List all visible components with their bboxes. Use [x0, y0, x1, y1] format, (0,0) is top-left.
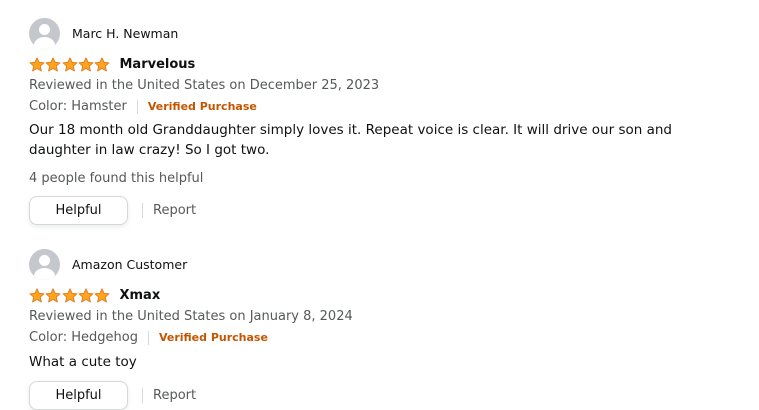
star-icon — [94, 288, 110, 303]
star-icon — [94, 57, 110, 72]
default-avatar-icon — [29, 17, 60, 49]
review-title-row: Xmax — [29, 287, 729, 304]
profile-name[interactable]: Marc H. Newman — [72, 26, 178, 41]
star-icon — [62, 57, 78, 72]
review-title[interactable]: Marvelous — [119, 57, 195, 72]
product-variant[interactable]: Color: Hedgehog — [29, 330, 138, 345]
helpful-button[interactable]: Helpful — [29, 381, 128, 410]
star-icon — [62, 288, 78, 303]
star-rating[interactable] — [29, 288, 110, 303]
review-meta: Color: Hamster Verified Purchase — [29, 98, 729, 115]
review-card: Marc H. Newman Marvelous Reviewed in the… — [29, 17, 729, 225]
divider — [136, 99, 138, 114]
review-actions: Helpful Report — [29, 196, 729, 225]
review-title[interactable]: Xmax — [119, 288, 160, 303]
helpful-count: 4 people found this helpful — [29, 171, 204, 186]
review-body: Our 18 month old Granddaughter simply lo… — [29, 122, 672, 158]
review-body: What a cute toy — [29, 354, 137, 370]
review-meta: Color: Hedgehog Verified Purchase — [29, 329, 729, 346]
helpful-button[interactable]: Helpful — [29, 196, 128, 225]
review-actions: Helpful Report — [29, 381, 729, 410]
review-profile[interactable]: Marc H. Newman — [29, 17, 729, 49]
verified-purchase-badge: Verified Purchase — [158, 331, 268, 344]
star-icon — [45, 288, 61, 303]
review-profile[interactable]: Amazon Customer — [29, 248, 729, 280]
star-rating[interactable] — [29, 57, 110, 72]
divider — [142, 388, 143, 403]
star-icon — [29, 57, 45, 72]
product-variant[interactable]: Color: Hamster — [29, 99, 127, 114]
divider — [147, 330, 149, 345]
review-card: Amazon Customer Xmax Reviewed in the Uni… — [29, 248, 729, 410]
review-title-row: Marvelous — [29, 56, 729, 73]
verified-purchase-badge: Verified Purchase — [147, 100, 257, 113]
divider — [142, 203, 143, 218]
review-date: Reviewed in the United States on January… — [29, 309, 353, 324]
star-icon — [78, 57, 94, 72]
report-link[interactable]: Report — [153, 388, 196, 403]
review-date: Reviewed in the United States on Decembe… — [29, 78, 380, 93]
star-icon — [78, 288, 94, 303]
report-link[interactable]: Report — [153, 203, 196, 218]
default-avatar-icon — [29, 248, 60, 280]
star-icon — [45, 57, 61, 72]
star-icon — [29, 288, 45, 303]
profile-name[interactable]: Amazon Customer — [72, 257, 187, 272]
